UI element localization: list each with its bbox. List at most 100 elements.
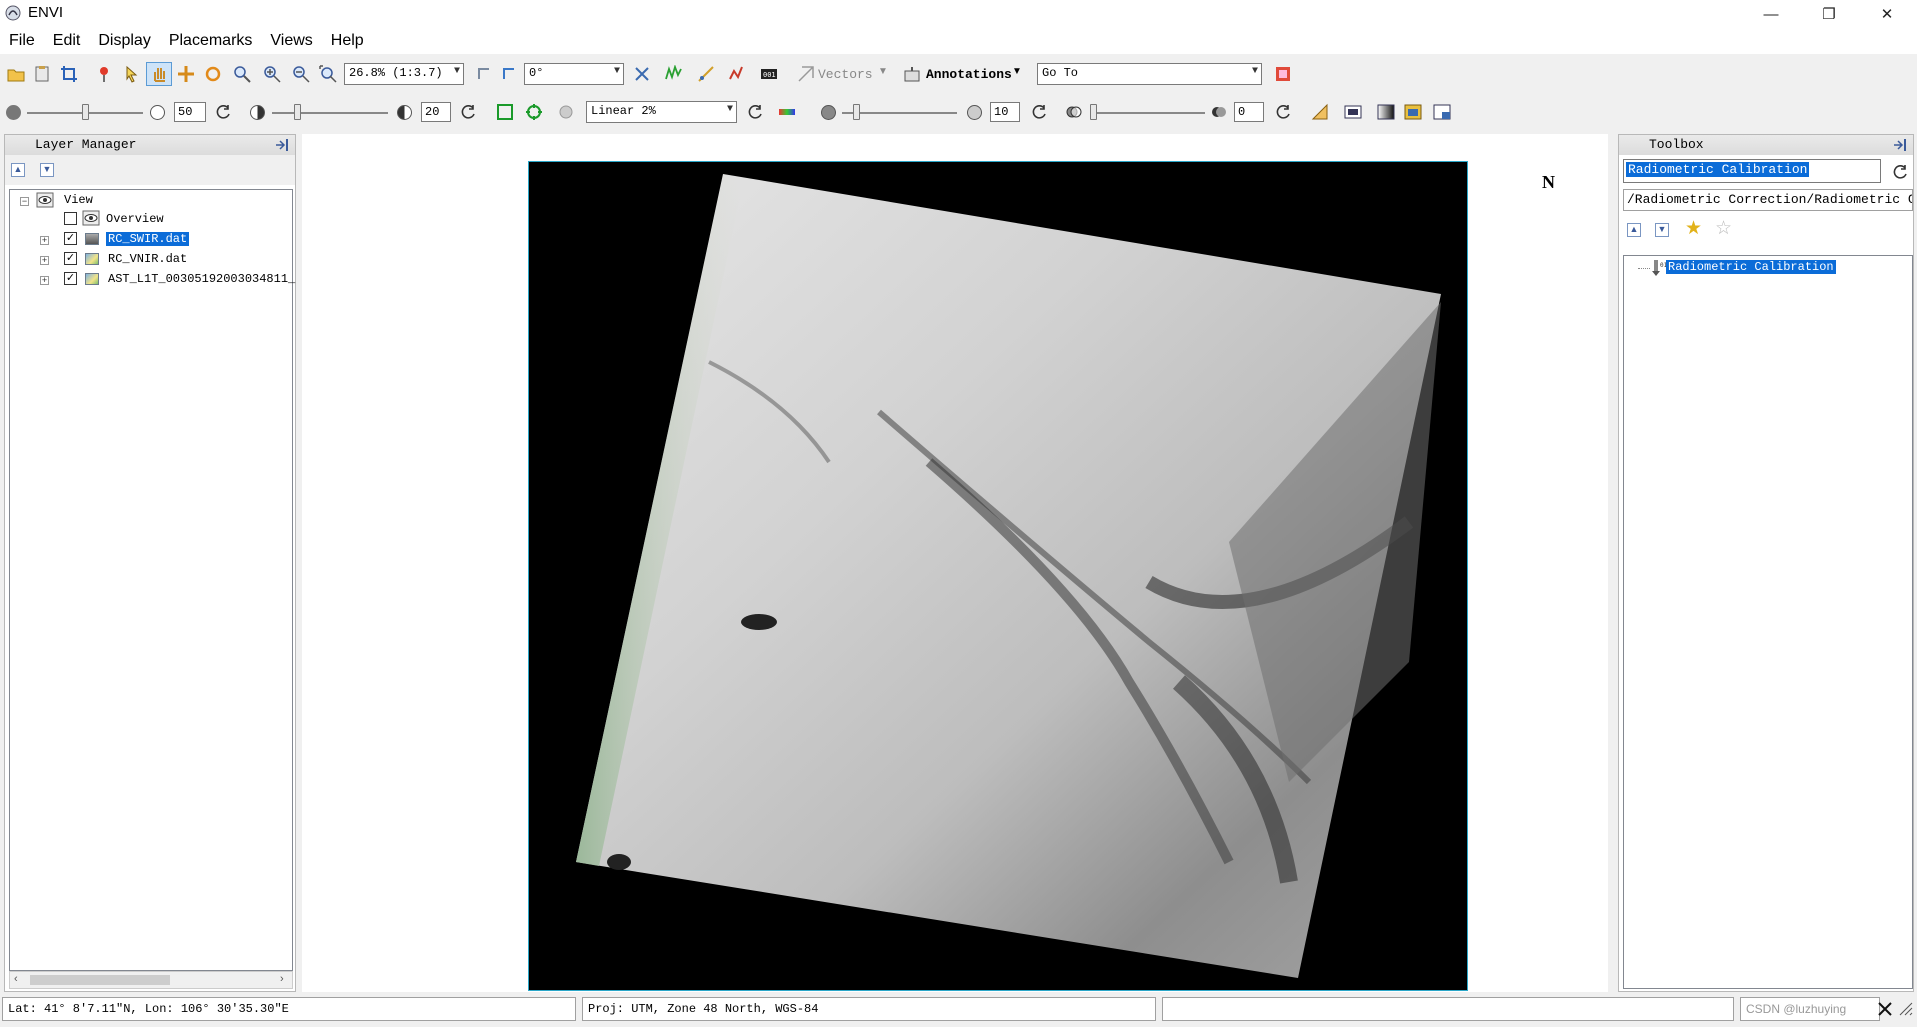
scrollbar-thumb[interactable] <box>30 975 170 985</box>
refresh-icon[interactable] <box>1891 163 1909 181</box>
layer-checkbox-rc-vnir[interactable]: ✓ <box>64 252 77 265</box>
layer-item-ast[interactable]: AST_L1T_00305192003034811_ <box>108 271 295 287</box>
chevron-down-icon[interactable]: ▼ <box>1012 66 1022 77</box>
move-layer-down-button[interactable]: ▼ <box>40 163 54 177</box>
grayscale-layer-icon <box>85 233 99 245</box>
rotate-left-icon[interactable] <box>475 65 493 83</box>
crop-icon[interactable] <box>60 65 78 83</box>
annotations-label[interactable]: Annotations <box>926 67 1012 82</box>
menu-views[interactable]: Views <box>261 32 321 50</box>
move-layer-up-button[interactable]: ▲ <box>11 163 25 177</box>
pan-tool-button[interactable] <box>146 62 172 86</box>
close-button[interactable]: ✕ <box>1858 0 1916 28</box>
main-toolbar: 26.8% (1:3.7) ▼ 0° ▼ 001 Vectors ▼ Annot… <box>0 56 1917 92</box>
tree-root-view[interactable]: View <box>64 192 93 208</box>
vectors-label[interactable]: Vectors <box>818 67 873 82</box>
close-status-icon[interactable] <box>1876 999 1894 1019</box>
overview-checkbox[interactable] <box>64 212 77 225</box>
select-arrow-icon[interactable] <box>123 65 141 83</box>
restore-button[interactable]: ❐ <box>1800 0 1858 28</box>
zoom-out-icon[interactable] <box>292 65 310 83</box>
scroll-left-icon[interactable]: ‹ <box>14 973 18 985</box>
goto-combo[interactable]: Go To ▼ <box>1037 63 1262 85</box>
layer-item-rc-swir[interactable]: RC_SWIR.dat <box>106 231 190 247</box>
crosshair-icon[interactable] <box>633 65 651 83</box>
brightness-slider[interactable] <box>81 104 89 120</box>
display-toolbar: 50 20 Linear 2% ▼ 10 0 <box>0 94 1917 130</box>
minimize-button[interactable]: — <box>1742 0 1800 28</box>
add-favorite-star-icon[interactable]: ★ <box>1685 217 1702 240</box>
reset-contrast-icon[interactable] <box>459 103 477 121</box>
measure-icon[interactable] <box>697 65 715 83</box>
layer-item-rc-vnir[interactable]: RC_VNIR.dat <box>108 251 187 267</box>
menu-edit[interactable]: Edit <box>44 32 90 50</box>
open-folder-icon[interactable] <box>7 65 25 83</box>
zoom-icon[interactable] <box>233 65 251 83</box>
menu-help[interactable]: Help <box>322 32 373 50</box>
collapse-panel-icon[interactable] <box>275 138 291 152</box>
remove-favorite-star-icon[interactable]: ☆ <box>1715 217 1732 240</box>
zoom-in-icon[interactable] <box>263 65 281 83</box>
menu-placemarks[interactable]: Placemarks <box>160 32 262 50</box>
brightness-value-field[interactable]: 50 <box>174 102 206 122</box>
roi-icon[interactable] <box>728 65 746 83</box>
chevron-down-icon[interactable]: ▼ <box>878 66 888 77</box>
menu-display[interactable]: Display <box>89 32 159 50</box>
color-table-icon[interactable] <box>778 103 796 121</box>
pixel-locator-icon[interactable]: 001 <box>760 65 778 83</box>
brightness-light-icon <box>150 105 165 120</box>
rotate-right-icon[interactable] <box>500 65 518 83</box>
layers-icon[interactable] <box>1404 103 1422 121</box>
transparency-value-field[interactable]: 0 <box>1234 102 1264 122</box>
expand-layer-icon[interactable]: + <box>40 236 49 245</box>
placemark-pin-icon[interactable] <box>95 65 113 83</box>
collapse-panel-icon[interactable] <box>1893 138 1909 152</box>
stretch-options-icon[interactable] <box>557 103 575 121</box>
grayscale-icon[interactable] <box>1377 103 1395 121</box>
rotate-icon[interactable] <box>204 65 222 83</box>
layer-item-overview[interactable]: Overview <box>106 211 164 227</box>
stretch-view-icon[interactable] <box>525 103 543 121</box>
contrast-slider[interactable] <box>293 104 301 120</box>
expand-layer-icon[interactable]: + <box>40 256 49 265</box>
reset-transparency-icon[interactable] <box>1274 103 1292 121</box>
resize-grip-icon[interactable] <box>1898 1001 1914 1017</box>
annotations-icon[interactable] <box>903 65 921 83</box>
layer-checkbox-ast[interactable]: ✓ <box>64 272 77 285</box>
portal-icon[interactable] <box>1433 103 1451 121</box>
sharpen-slider[interactable] <box>852 104 860 120</box>
zoom-full-icon[interactable] <box>319 65 337 83</box>
reset-stretch-icon[interactable] <box>746 103 764 121</box>
transparency-slider[interactable] <box>1090 104 1097 120</box>
vectors-icon[interactable] <box>797 65 815 83</box>
remove-layer-icon[interactable] <box>1274 65 1292 83</box>
spectral-profile-icon[interactable] <box>664 65 682 83</box>
rotation-combo[interactable]: 0° ▼ <box>524 63 624 85</box>
contrast-value-field[interactable]: 20 <box>421 102 451 122</box>
ruler-icon[interactable] <box>1311 103 1329 121</box>
layer-tree-hscrollbar[interactable]: ‹ › <box>9 971 293 989</box>
chevron-down-icon: ▼ <box>1251 66 1258 77</box>
stretch-type-combo[interactable]: Linear 2% ▼ <box>586 101 737 123</box>
reset-brightness-icon[interactable] <box>214 103 232 121</box>
reset-sharpen-icon[interactable] <box>1030 103 1048 121</box>
data-manager-icon[interactable] <box>33 65 51 83</box>
sharpen-value-field[interactable]: 10 <box>990 102 1020 122</box>
image-view[interactable]: N <box>302 134 1608 992</box>
expand-all-button[interactable]: ▼ <box>1655 223 1669 237</box>
expand-layer-icon[interactable]: + <box>40 276 49 285</box>
toolbox-header: Toolbox <box>1619 135 1913 155</box>
collapse-view-icon[interactable]: − <box>20 197 29 206</box>
scroll-right-icon[interactable]: › <box>280 973 284 985</box>
collapse-all-button[interactable]: ▲ <box>1627 223 1641 237</box>
view-window-icon[interactable] <box>1344 103 1362 121</box>
image-canvas[interactable] <box>528 161 1468 991</box>
zoom-level-combo[interactable]: 26.8% (1:3.7) ▼ <box>344 63 464 85</box>
menu-file[interactable]: File <box>0 32 44 50</box>
toolbox-search-input[interactable]: Radiometric Calibration <box>1623 159 1881 183</box>
fly-icon[interactable] <box>177 65 195 83</box>
brightness-dark-icon <box>6 105 21 120</box>
layer-checkbox-rc-swir[interactable]: ✓ <box>64 232 77 245</box>
stretch-extent-icon[interactable] <box>496 103 514 121</box>
toolbox-result-radiometric-calibration[interactable]: Radiometric Calibration <box>1666 259 1836 275</box>
